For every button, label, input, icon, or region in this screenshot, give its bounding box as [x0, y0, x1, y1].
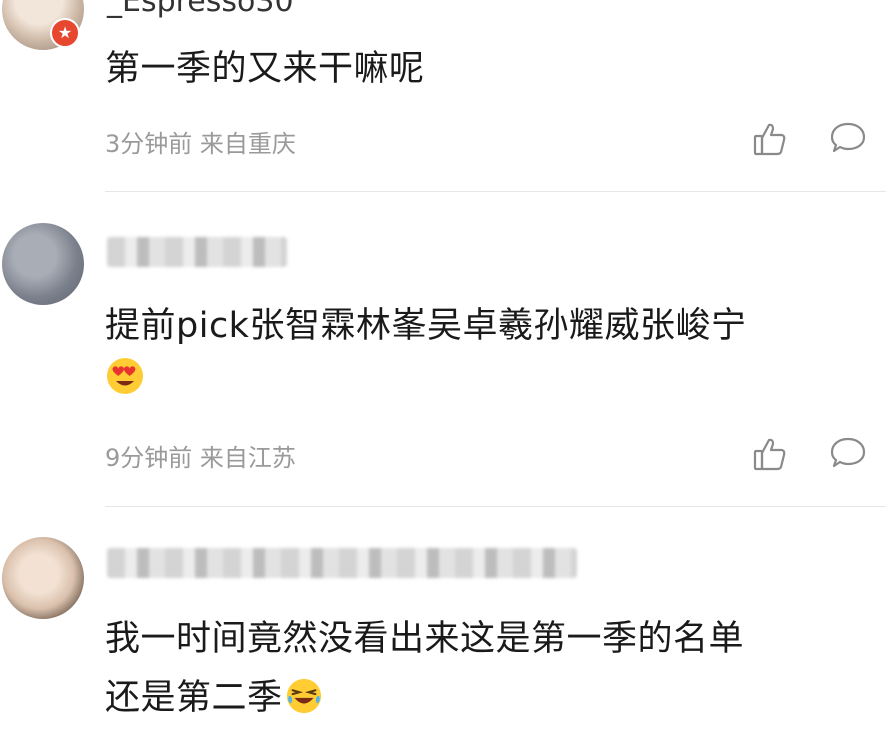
thumbs-up-icon[interactable]: [752, 436, 788, 472]
heart-eyes-emoji: [107, 358, 143, 394]
laughing-crying-emoji: [286, 678, 321, 714]
comment-time: 3分钟前: [105, 130, 193, 158]
star-badge-icon: ★: [50, 18, 80, 48]
comment-bubble-icon[interactable]: [829, 435, 867, 471]
username-blurred[interactable]: [107, 548, 577, 578]
comment-text: 第一季的又来干嘛呢: [105, 49, 425, 89]
comment-location: 来自重庆: [199, 130, 296, 158]
avatar[interactable]: [2, 537, 84, 619]
username-blurred[interactable]: [107, 237, 287, 267]
comment-time: 9分钟前: [105, 444, 193, 472]
avatar[interactable]: [2, 223, 84, 305]
comment-location: 来自江苏: [199, 444, 296, 472]
comment-meta: 3分钟前 来自重庆: [105, 124, 296, 159]
divider: [105, 191, 886, 192]
comment-bubble-icon[interactable]: [829, 120, 867, 156]
comment-text: 提前pick张智霖林峯吴卓羲孙耀威张峻宁: [105, 306, 747, 346]
comment-text-line2-text: 还是第二季: [105, 678, 283, 718]
comment-text-line2: 还是第二季: [105, 668, 323, 728]
divider: [105, 506, 886, 507]
thumbs-up-icon[interactable]: [752, 121, 788, 157]
comment-text-line1: 我一时间竟然没看出来这是第一季的名单: [105, 619, 745, 659]
comment-meta: 9分钟前 来自江苏: [105, 438, 296, 473]
username[interactable]: _Espresso30: [107, 0, 294, 19]
comment-emoji-line: [105, 356, 145, 400]
